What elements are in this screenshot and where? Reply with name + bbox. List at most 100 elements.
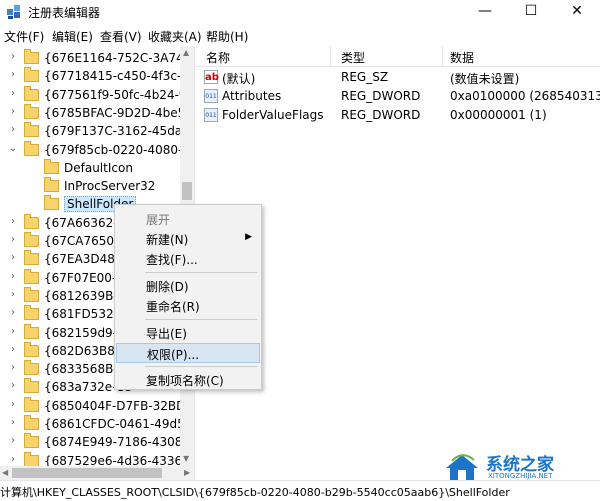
column-header-name[interactable]: 名称 (206, 49, 230, 66)
scroll-left-icon[interactable]: ◀ (2, 468, 8, 477)
menu-item-copy-key-name[interactable]: 复制项名称(C) (116, 370, 260, 390)
tree-item[interactable]: › {6850404F-D7FB-32BD-83 (0, 396, 194, 416)
folder-icon (24, 305, 39, 321)
column-divider[interactable] (442, 46, 443, 66)
maximize-button[interactable]: ☐ (508, 0, 554, 24)
tree-item-label: {6861CFDC-0461-49d5-A8 (44, 417, 195, 431)
dword-value-icon: 011 (204, 89, 218, 103)
tree-item-label: {6785BFAC-9D2D-4be5-B7 (44, 105, 195, 120)
expand-chevron-icon[interactable]: › (8, 51, 18, 62)
menu-favorites[interactable]: 收藏夹(A) (148, 28, 202, 45)
tree-item[interactable]: › {677561f9-50fc-4b24-921c (0, 85, 194, 105)
value-data: 0xa0100000 (2685403136) (450, 89, 600, 103)
menu-separator (145, 366, 257, 367)
tree-item[interactable]: › {6861CFDC-0461-49d5-A8 (0, 415, 195, 434)
menu-help[interactable]: 帮助(H) (206, 28, 248, 45)
expand-chevron-icon[interactable]: › (8, 289, 18, 300)
menu-item-permissions[interactable]: 权限(P)... (116, 343, 260, 363)
registry-editor-icon (7, 5, 20, 19)
menu-item-label: 权限(P)... (147, 348, 200, 362)
list-header: 名称 类型 数据 (196, 46, 600, 67)
tree-item[interactable]: › {6785BFAC-9D2D-4be5-B7 (0, 103, 195, 123)
expand-chevron-icon[interactable]: › (8, 234, 18, 245)
expand-chevron-icon[interactable]: › (8, 69, 18, 80)
value-data: (数值未设置) (450, 72, 520, 86)
expand-chevron-icon[interactable]: › (8, 216, 18, 227)
expand-chevron-icon[interactable]: › (8, 326, 18, 337)
column-header-type[interactable]: 类型 (341, 49, 365, 66)
expand-chevron-icon[interactable]: › (8, 307, 18, 318)
tree-item[interactable]: › {679F137C-3162-45da-BE3 (0, 122, 195, 141)
tree-item-label: InProcServer32 (64, 179, 156, 194)
collapse-chevron-icon[interactable]: ⌄ (8, 143, 18, 154)
expand-chevron-icon[interactable]: › (8, 399, 18, 410)
folder-icon (24, 67, 39, 83)
expand-chevron-icon[interactable]: › (8, 380, 18, 391)
value-type: REG_SZ (341, 70, 389, 84)
menu-item-new[interactable]: 新建(N) ▶ (116, 229, 260, 249)
folder-icon (24, 268, 39, 284)
tree-vertical-scroll-thumb[interactable] (182, 182, 192, 200)
menu-file[interactable]: 文件(F) (4, 28, 44, 45)
window-title: 注册表编辑器 (28, 6, 101, 20)
menu-item-export[interactable]: 导出(E) (116, 323, 260, 343)
folder-icon (24, 396, 39, 412)
menu-item-label: 新建(N) (146, 233, 189, 247)
scroll-right-icon[interactable]: ▶ (184, 468, 190, 477)
tree-horizontal-scrollbar[interactable]: ◀ ▶ (0, 466, 194, 480)
menu-item-find[interactable]: 查找(F)... (116, 249, 260, 269)
title-bar: 注册表编辑器 — ☐ ✕ (0, 0, 600, 24)
folder-icon (24, 232, 39, 247)
tree-item[interactable]: › {67718415-c450-4f3c-bf8a (0, 67, 194, 86)
value-row[interactable]: 011 Attributes REG_DWORD 0xa0100000 (268540… (196, 87, 600, 106)
tree-item-label: {679F137C-3162-45da-BE3 (44, 124, 195, 139)
folder-icon (24, 250, 39, 266)
expand-chevron-icon[interactable]: › (8, 106, 18, 117)
tree-item-label: DefaultIcon (64, 160, 133, 175)
expand-chevron-icon[interactable]: › (8, 271, 18, 282)
folder-icon (24, 85, 39, 101)
minimize-button[interactable]: — (462, 0, 508, 24)
tree-horizontal-scroll-thumb[interactable] (12, 468, 162, 478)
menu-item-label: 复制项名称(C) (146, 374, 224, 388)
tree-item[interactable]: › {676E1164-752C-3A74-8D (0, 49, 194, 68)
value-data: 0x00000001 (1) (450, 108, 547, 122)
menu-item-rename[interactable]: 重命名(R) (116, 296, 260, 316)
expand-chevron-icon[interactable]: › (8, 454, 18, 465)
tree-item[interactable]: InProcServer32 (0, 177, 194, 196)
expand-chevron-icon[interactable]: › (8, 435, 18, 446)
folder-icon (44, 195, 59, 211)
close-button[interactable]: ✕ (554, 0, 600, 24)
menu-item-delete[interactable]: 删除(D) (116, 276, 260, 296)
value-row[interactable]: ab (默认) REG_SZ (数值未设置) (196, 68, 600, 87)
folder-icon (24, 341, 39, 357)
expand-chevron-icon[interactable]: › (8, 124, 18, 135)
menu-edit[interactable]: 编辑(E) (52, 28, 93, 45)
tree-item[interactable]: › {6874E949-7186-4308-A1E (0, 433, 194, 452)
status-path: 计算机\HKEY_CLASSES_ROOT\CLSID\{679f85cb-02… (0, 486, 510, 499)
expand-chevron-icon[interactable]: › (8, 362, 18, 373)
column-divider[interactable] (330, 46, 331, 66)
scroll-up-icon[interactable]: ▲ (183, 48, 189, 57)
expand-chevron-icon[interactable]: › (8, 344, 18, 355)
menu-view[interactable]: 查看(V) (100, 28, 142, 45)
expand-chevron-icon[interactable]: › (8, 252, 18, 263)
folder-icon (24, 323, 39, 339)
value-name: (默认) (222, 72, 256, 86)
value-row[interactable]: 011 FolderValueFlags REG_DWORD 0x00000001 (… (196, 106, 600, 125)
value-type: REG_DWORD (341, 108, 421, 122)
menu-item-label: 删除(D) (146, 280, 189, 294)
tree-item[interactable]: DefaultIcon (0, 158, 194, 178)
menu-item-label: 展开 (146, 213, 171, 227)
menu-item-expand[interactable]: 展开 (116, 209, 260, 229)
scroll-down-icon[interactable]: ▼ (183, 454, 189, 463)
tree-item[interactable]: ⌄ {679f85cb-0220-4080-b29 (0, 140, 194, 160)
folder-icon (44, 158, 59, 174)
column-header-data[interactable]: 数据 (450, 49, 474, 66)
value-name: FolderValueFlags (222, 108, 324, 122)
folder-icon (24, 49, 39, 64)
expand-chevron-icon[interactable]: › (8, 417, 18, 428)
folder-icon (44, 177, 59, 193)
folder-icon (24, 360, 39, 376)
expand-chevron-icon[interactable]: › (8, 88, 18, 99)
